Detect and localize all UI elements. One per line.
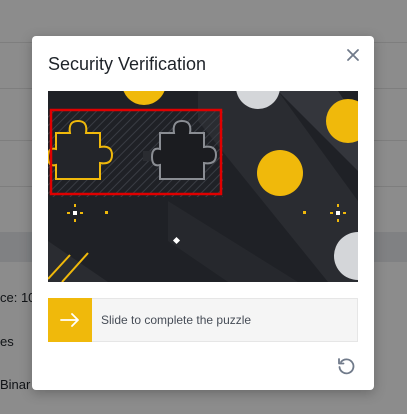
- arrow-right-icon: [60, 313, 79, 327]
- slider-track[interactable]: Slide to complete the puzzle: [48, 298, 358, 342]
- security-verification-modal: Security Verification Slide to complete …: [32, 36, 374, 390]
- close-icon: [347, 49, 359, 61]
- slider-label: Slide to complete the puzzle: [101, 313, 252, 327]
- refresh-icon: [338, 358, 355, 375]
- modal-title: Security Verification: [48, 54, 207, 74]
- slider-handle[interactable]: [48, 298, 92, 342]
- refresh-button[interactable]: [336, 356, 356, 376]
- close-button[interactable]: [344, 46, 362, 64]
- puzzle-image: [48, 91, 358, 282]
